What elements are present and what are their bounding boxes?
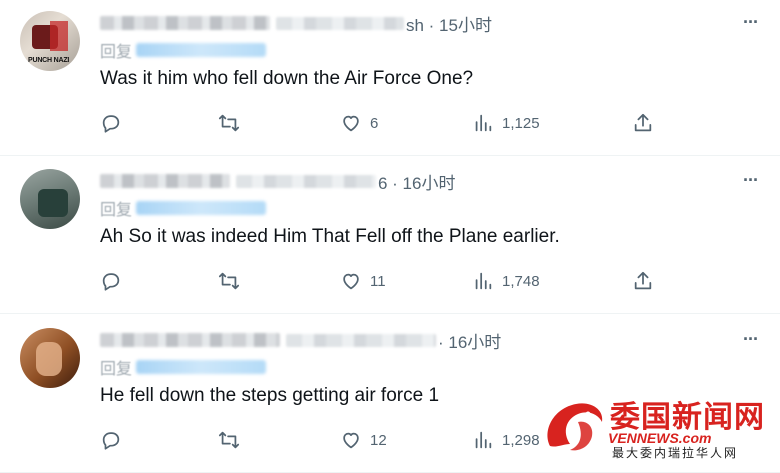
views-button[interactable]: 1,298 [472,429,540,451]
avatar-blur [38,189,68,217]
reply-prefix: 回复 [100,44,133,61]
view-count: 1,125 [502,114,540,132]
like-button[interactable]: 12 [340,429,387,451]
reply-button[interactable] [100,270,122,292]
views-icon [475,431,492,449]
like-count: 11 [370,272,386,290]
tweet-reply[interactable]: PUNCH NAZI sh · 15小时 ··· 回复 Was it him w… [0,0,780,156]
avatar-blur [50,21,68,51]
like-count: 12 [370,431,387,449]
tweet-header: 6 · 16小时 [100,169,455,194]
replying-to: 回复 [100,357,267,378]
reply-prefix: 回复 [100,361,133,378]
tweet-text: He fell down the steps getting air force… [100,385,440,406]
tweet-reply[interactable]: 6 · 16小时 ··· 回复 Ah So it was indeed Him … [0,158,780,314]
view-count: 1,298 [502,431,540,449]
timestamp[interactable]: 6 · 16小时 [378,169,455,194]
avatar-text: PUNCH NAZI [28,57,70,64]
like-count: 6 [370,114,379,132]
share-icon [634,271,652,290]
reply-prefix: 回复 [100,202,133,219]
retweet-button[interactable] [218,429,240,451]
like-button[interactable]: 6 [340,112,378,134]
avatar[interactable] [20,328,80,388]
display-name-redacted[interactable] [100,16,270,30]
reply-icon [102,432,120,450]
avatar-blur [36,342,62,376]
reply-handle-redacted[interactable] [136,43,267,57]
display-name-redacted[interactable] [100,333,280,347]
share-icon [634,113,652,132]
like-button[interactable]: 11 [340,270,386,292]
more-icon[interactable]: ··· [743,329,759,350]
tweet-header: · 16小时 [100,328,501,353]
like-icon [343,115,359,132]
handle-redacted[interactable] [286,333,436,347]
share-button[interactable] [632,270,654,292]
dragon-logo-icon [547,403,603,451]
reply-icon [102,273,120,291]
vennews-watermark: 委国新闻网 VENNEWS.com 最大委内瑞拉华人网 [540,390,780,463]
retweet-button[interactable] [218,112,240,134]
tweet-header: sh · 15小时 [100,11,492,36]
handle-redacted[interactable] [276,16,404,30]
timestamp[interactable]: sh · 15小时 [406,11,492,36]
retweet-icon [218,431,240,449]
tweet-actions: 6 1,125 [100,112,660,136]
retweet-icon [218,272,240,290]
retweet-icon [218,114,240,132]
more-icon[interactable]: ··· [743,12,759,33]
retweet-button[interactable] [218,270,240,292]
replying-to: 回复 [100,40,267,61]
reply-button[interactable] [100,429,122,451]
views-button[interactable]: 1,125 [472,112,540,134]
tweet-actions: 11 1,748 [100,270,660,294]
views-button[interactable]: 1,748 [472,270,540,292]
watermark-sub: 最大委内瑞拉华人网 [612,446,739,460]
reply-handle-redacted[interactable] [136,360,267,374]
handle-redacted[interactable] [236,174,376,188]
timestamp[interactable]: · 16小时 [438,328,501,353]
views-icon [475,114,492,132]
share-button[interactable] [632,112,654,134]
reply-icon [102,115,120,133]
replying-to: 回复 [100,198,267,219]
avatar[interactable] [20,169,80,229]
display-name-redacted[interactable] [100,174,230,188]
more-icon[interactable]: ··· [743,170,759,191]
tweet-text: Was it him who fell down the Air Force O… [100,68,474,89]
like-icon [343,432,359,449]
avatar[interactable]: PUNCH NAZI [20,11,80,71]
tweet-text: Ah So it was indeed Him That Fell off th… [100,226,560,247]
reply-handle-redacted[interactable] [136,201,267,215]
views-icon [475,272,492,290]
reply-button[interactable] [100,112,122,134]
view-count: 1,748 [502,272,540,290]
like-icon [343,273,359,290]
